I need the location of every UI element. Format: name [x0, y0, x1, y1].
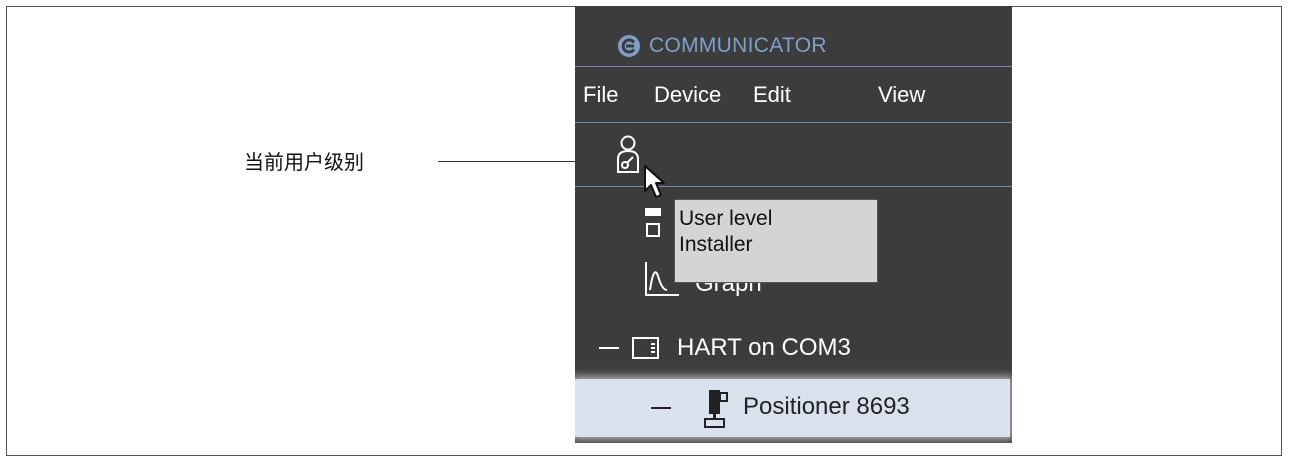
- menu-file[interactable]: File: [583, 82, 618, 108]
- menu-device[interactable]: Device: [654, 82, 721, 108]
- user-key-icon[interactable]: [615, 134, 641, 174]
- collapse-dash-icon[interactable]: [651, 407, 671, 409]
- tooltip-title: User level: [679, 207, 773, 230]
- hart-interface-icon: [632, 337, 659, 359]
- communicator-window: COMMUNICATOR File Device Edit View Graph…: [575, 6, 1012, 443]
- collapse-dash-icon[interactable]: [599, 347, 619, 349]
- user-level-tooltip: User level Installer: [674, 199, 878, 283]
- toolbar: [575, 124, 1012, 198]
- communicator-logo-icon: [618, 35, 640, 57]
- device-tree-icon: [645, 208, 661, 237]
- title-bar: COMMUNICATOR: [575, 6, 1012, 67]
- mouse-cursor-icon: [644, 165, 665, 198]
- positioner-label: Positioner 8693: [743, 393, 910, 420]
- menu-view[interactable]: View: [878, 82, 925, 108]
- tree-item-positioner[interactable]: Positioner 8693: [575, 379, 1010, 437]
- tooltip-value: Installer: [679, 233, 753, 256]
- menu-edit[interactable]: Edit: [753, 82, 791, 108]
- callout-label: 当前用户级别: [244, 150, 364, 174]
- menu-bar: File Device Edit View: [575, 68, 1012, 123]
- app-title: COMMUNICATOR: [649, 34, 827, 57]
- positioner-device-icon: [704, 390, 728, 428]
- hart-label: HART on COM3: [677, 334, 851, 361]
- tree-item-hart[interactable]: HART on COM3: [575, 326, 1012, 372]
